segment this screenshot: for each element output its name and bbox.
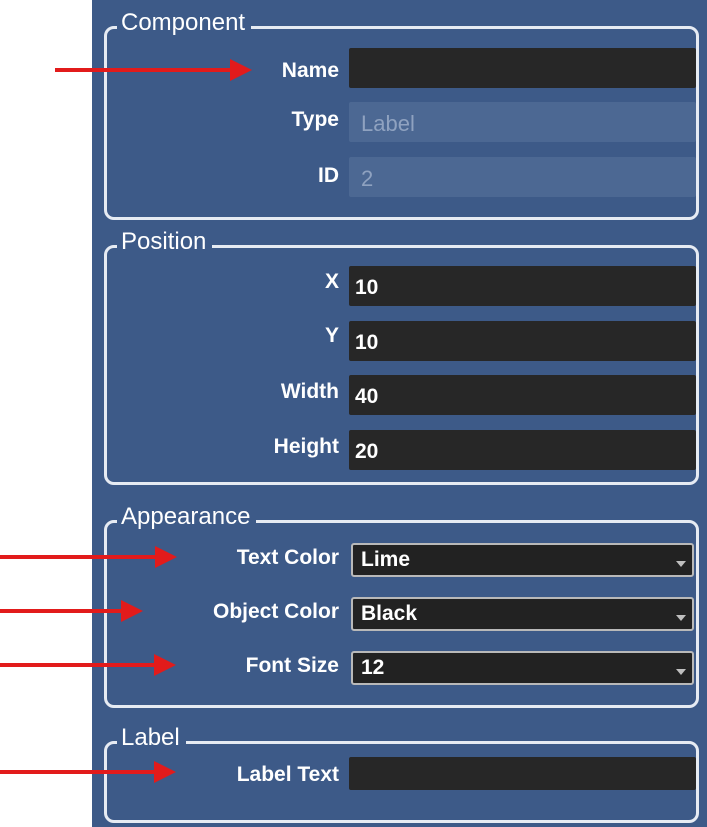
width-field[interactable]: 40 (349, 375, 696, 415)
label-text-field[interactable] (349, 757, 696, 790)
name-field[interactable] (349, 48, 696, 88)
annotation-arrow-object-color (0, 600, 143, 622)
height-label: Height (273, 435, 339, 458)
height-field[interactable]: 20 (349, 430, 696, 470)
object-color-select[interactable]: Black (351, 597, 694, 631)
label-text-label: Label Text (236, 763, 339, 786)
chevron-down-icon (676, 561, 686, 567)
position-group-title: Position (117, 229, 213, 255)
annotation-arrow-text-color (0, 546, 177, 568)
font-size-select[interactable]: 12 (351, 651, 694, 685)
annotation-arrow-name (55, 59, 252, 81)
type-field: Label (349, 102, 696, 142)
id-field: 2 (349, 157, 696, 197)
chevron-down-icon (676, 615, 686, 621)
annotation-arrow-label-text (0, 761, 176, 783)
object-color-value: Black (361, 602, 418, 625)
id-label: ID (318, 164, 339, 187)
width-label: Width (280, 380, 339, 403)
name-label: Name (281, 59, 339, 82)
x-field[interactable]: 10 (349, 266, 696, 306)
type-label: Type (291, 108, 339, 131)
font-size-label: Font Size (245, 654, 339, 677)
x-label: X (324, 270, 339, 293)
component-group-title: Component (117, 10, 252, 36)
font-size-value: 12 (361, 656, 385, 679)
text-color-select[interactable]: Lime (351, 543, 694, 577)
object-color-label: Object Color (212, 600, 339, 623)
chevron-down-icon (676, 669, 686, 675)
y-field[interactable]: 10 (349, 321, 696, 361)
text-color-value: Lime (361, 548, 411, 571)
label-group-title: Label (117, 725, 186, 751)
y-label: Y (324, 324, 339, 347)
text-color-label: Text Color (236, 546, 339, 569)
annotation-arrow-font-size (0, 654, 176, 676)
appearance-group-title: Appearance (117, 504, 257, 530)
